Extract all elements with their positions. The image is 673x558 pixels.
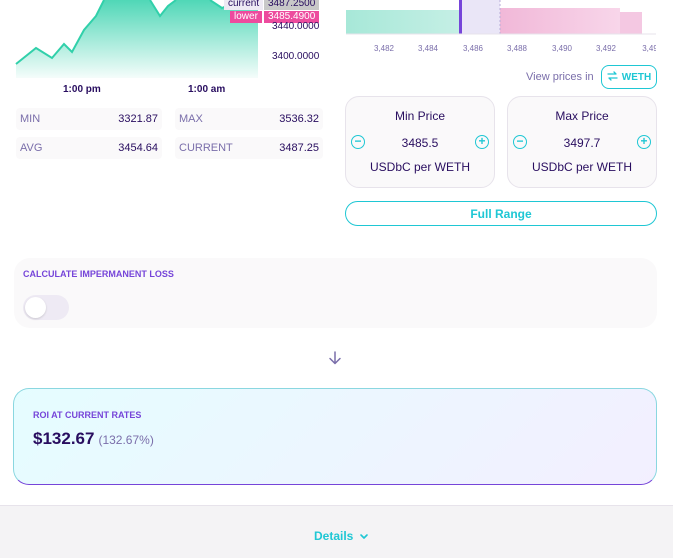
selected-range-shade — [460, 0, 500, 34]
x-axis-tick: 3,486 — [462, 44, 484, 53]
stat-min-value: 3321.87 — [118, 113, 158, 125]
roi-percent: (132.67%) — [98, 433, 154, 447]
stat-max: MAX 3536.32 — [175, 108, 323, 130]
liquidity-range-chart[interactable]: 3,482 3,484 3,486 3,488 3,490 3,492 3,49 — [346, 0, 656, 60]
stat-current-value: 3487.25 — [279, 142, 319, 154]
max-price-input[interactable]: 3497.7 — [508, 136, 656, 150]
stat-avg: AVG 3454.64 — [16, 137, 162, 159]
stat-avg-label: AVG — [20, 142, 43, 154]
details-footer: Details — [0, 505, 673, 558]
liquidity-bar-above — [500, 8, 620, 34]
current-price-tag-label: current — [224, 0, 264, 10]
impermanent-loss-panel: CALCULATE IMPERMANENT LOSS — [14, 258, 657, 328]
x-axis-tick: 3,49 — [642, 44, 656, 53]
current-price-tag-value: 3487.2500 — [264, 0, 320, 10]
price-token-label: WETH — [621, 71, 652, 83]
details-toggle-button[interactable]: Details — [314, 529, 369, 543]
max-price-title: Max Price — [555, 109, 609, 123]
range-lower-handle — [459, 0, 462, 34]
roi-panel: ROI AT CURRENT RATES $132.67 (132.67%) — [13, 388, 657, 485]
y-axis-tick: 3440.0000 — [272, 21, 320, 32]
liquidity-histogram — [346, 0, 656, 35]
min-price-increase-button[interactable]: + — [475, 135, 489, 149]
toggle-knob — [25, 297, 46, 318]
max-price-unit: USDbC per WETH — [531, 160, 632, 174]
stat-max-label: MAX — [179, 113, 203, 125]
y-axis-tick: 3400.0000 — [272, 51, 320, 62]
min-price-unit: USDbC per WETH — [369, 160, 470, 174]
impermanent-loss-toggle[interactable] — [23, 295, 69, 320]
x-axis-time-label: 1:00 pm — [63, 84, 101, 95]
price-history-chart: current 3487.2500 lower 3485.4900 3440.0… — [0, 0, 330, 98]
x-axis-tick: 3,490 — [551, 44, 573, 53]
liquidity-bar-below — [346, 10, 460, 34]
x-axis-tick: 3,484 — [417, 44, 439, 53]
x-axis-tick: 3,482 — [373, 44, 395, 53]
x-axis-tick: 3,492 — [595, 44, 617, 53]
min-price-input[interactable]: 3485.5 — [346, 136, 494, 150]
roi-amount: $132.67 (132.67%) — [33, 429, 154, 449]
chevron-down-icon — [359, 529, 369, 543]
roi-title: ROI AT CURRENT RATES — [33, 410, 142, 420]
arrow-down-icon — [328, 350, 342, 366]
view-prices-label: View prices in — [526, 71, 594, 83]
max-price-card: Max Price − 3497.7 + USDbC per WETH — [507, 96, 657, 188]
stat-avg-value: 3454.64 — [118, 142, 158, 154]
stat-min: MIN 3321.87 — [16, 108, 162, 130]
stat-current-label: CURRENT — [179, 142, 233, 154]
details-label: Details — [314, 529, 354, 543]
liquidity-bar-above — [620, 12, 642, 34]
stat-min-label: MIN — [20, 113, 41, 125]
x-axis-tick: 3,488 — [506, 44, 528, 53]
full-range-button[interactable]: Full Range — [345, 201, 657, 226]
swap-arrows-icon — [607, 70, 618, 84]
min-price-card: Min Price − 3485.5 + USDbC per WETH — [345, 96, 495, 188]
price-area — [16, 0, 258, 78]
stat-current: CURRENT 3487.25 — [175, 137, 323, 159]
max-price-increase-button[interactable]: + — [637, 135, 651, 149]
stat-max-value: 3536.32 — [279, 113, 319, 125]
roi-value: $132.67 — [33, 429, 95, 448]
min-price-title: Min Price — [394, 109, 445, 123]
lower-price-tag-label: lower — [230, 11, 262, 23]
impermanent-loss-title: CALCULATE IMPERMANENT LOSS — [23, 269, 174, 279]
x-axis-time-label: 1:00 am — [188, 84, 226, 95]
price-token-toggle-button[interactable]: WETH — [601, 65, 657, 89]
